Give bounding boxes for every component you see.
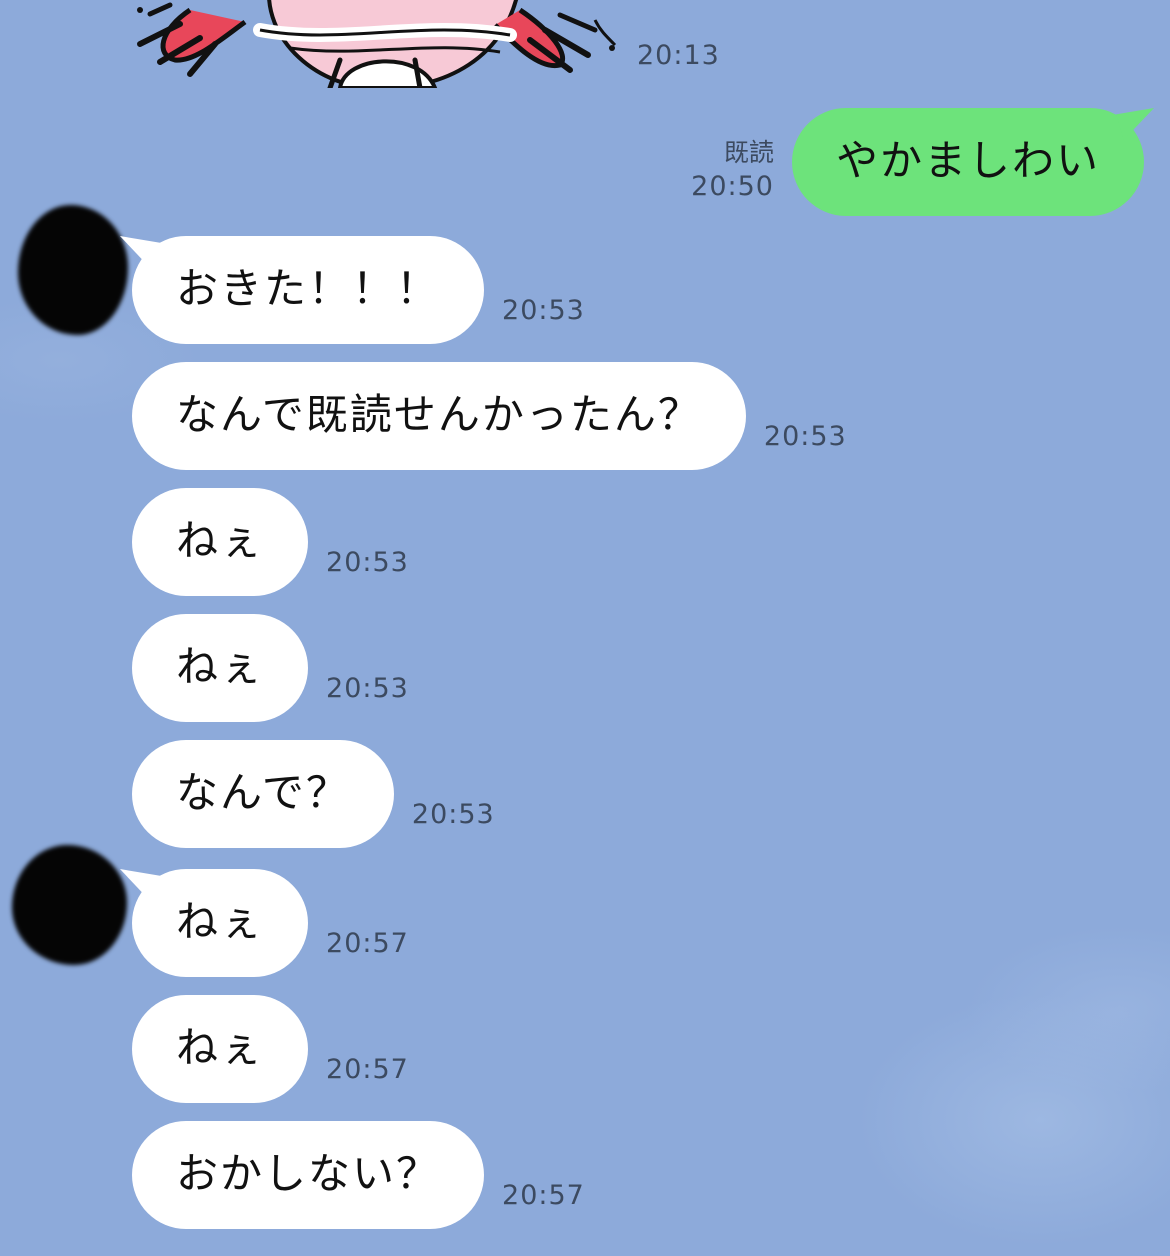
incoming-bubble[interactable]: なんで？ [132, 740, 394, 848]
message-timestamp: 20:50 [691, 171, 774, 202]
incoming-message[interactable]: おきた！！！ 20:53 [132, 236, 585, 344]
incoming-bubble[interactable]: おかしない？ [132, 1121, 485, 1229]
message-timestamp: 20:53 [326, 547, 409, 578]
incoming-message[interactable]: なんで既読せんかったん？ 20:53 [132, 362, 847, 470]
avatar[interactable] [12, 845, 127, 965]
incoming-message[interactable]: ねぇ 20:53 [132, 614, 409, 722]
message-meta: 既読 20:50 [691, 136, 774, 204]
message-timestamp: 20:53 [763, 421, 847, 452]
sticker-timestamp: 20:13 [637, 40, 720, 71]
read-receipt: 既読 [723, 138, 774, 167]
chat-area[interactable]: 20:13 既読 20:50 やかましわい おきた！！！ 20:53 なんで既読… [0, 0, 1170, 1256]
outgoing-bubble[interactable]: やかましわい [791, 108, 1144, 216]
incoming-message[interactable]: おかしない？ 20:57 [132, 1121, 585, 1229]
outgoing-message[interactable]: 既読 20:50 やかましわい [691, 108, 1144, 216]
message-timestamp: 20:53 [502, 295, 585, 326]
message-timestamp: 20:57 [502, 1180, 585, 1211]
incoming-message[interactable]: なんで？ 20:53 [132, 740, 495, 848]
message-timestamp: 20:57 [326, 1054, 409, 1085]
message-timestamp: 20:57 [326, 928, 409, 959]
incoming-message[interactable]: ねぇ 20:53 [132, 488, 409, 596]
incoming-message[interactable]: ねぇ 20:57 [132, 869, 409, 977]
message-timestamp: 20:53 [411, 799, 495, 830]
incoming-bubble[interactable]: おきた！！！ [132, 236, 485, 344]
incoming-message[interactable]: ねぇ 20:57 [132, 995, 409, 1103]
incoming-bubble[interactable]: なんで既読せんかったん？ [132, 362, 746, 470]
message-timestamp: 20:53 [326, 673, 409, 704]
sticker-image[interactable] [120, 0, 640, 88]
incoming-bubble[interactable]: ねぇ [132, 488, 309, 596]
incoming-bubble[interactable]: ねぇ [132, 869, 309, 977]
incoming-bubble[interactable]: ねぇ [132, 614, 309, 722]
avatar[interactable] [18, 205, 128, 335]
incoming-bubble[interactable]: ねぇ [132, 995, 309, 1103]
